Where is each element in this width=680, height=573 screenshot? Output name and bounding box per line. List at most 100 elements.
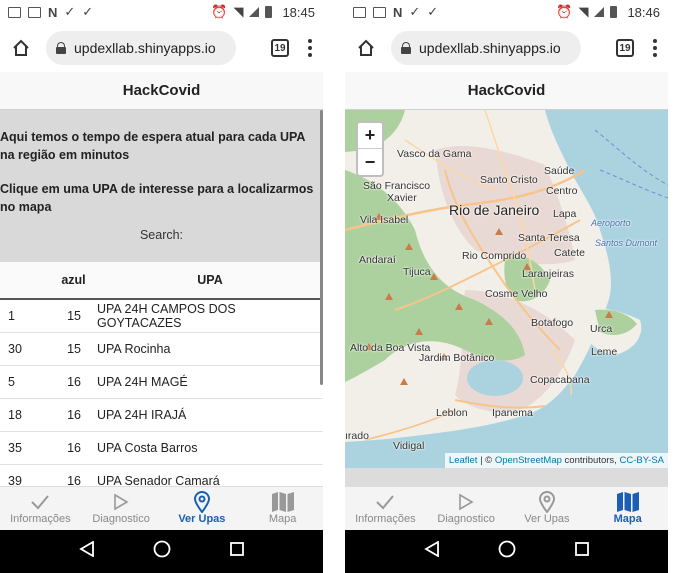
map-pin-icon <box>193 491 210 513</box>
cell-id: 1 <box>8 309 15 323</box>
cell-id: 18 <box>8 408 22 422</box>
map-label: Vasco da Gama <box>397 148 472 160</box>
tab-switcher-button[interactable]: 19 <box>616 39 634 57</box>
cell-azul: 15 <box>67 309 81 323</box>
phone-left-screen: N ✓ ✓ ⏰ ◥ 18:45 updexllab.shinyapps.io 1… <box>0 0 323 573</box>
nav-informacoes[interactable]: Informações <box>345 487 426 530</box>
map-label: Leme <box>591 346 618 358</box>
cell-azul: 16 <box>67 441 81 455</box>
play-icon <box>112 491 130 513</box>
home-circle-icon[interactable] <box>498 540 516 563</box>
scrollbar[interactable] <box>320 110 323 385</box>
nav-mapa[interactable]: Mapa <box>242 487 323 530</box>
map-label: Cosme Velho <box>485 288 548 300</box>
cell-azul: 15 <box>67 342 81 356</box>
check-icon: ✓ <box>409 4 421 19</box>
bottom-nav: Informações Diagnostico Ver Upas Mapa <box>345 486 668 530</box>
overflow-menu-icon[interactable] <box>652 39 658 57</box>
wifi-icon: ◥ <box>233 4 244 19</box>
map-icon <box>616 491 640 513</box>
battery-icon <box>610 6 618 18</box>
check-icon <box>30 491 50 513</box>
nav-label: Mapa <box>268 513 297 525</box>
check-icon: ✓ <box>64 4 76 19</box>
map-label: Xavier <box>387 192 417 204</box>
photo-icon <box>28 6 41 18</box>
search-label: Search: <box>139 228 184 242</box>
bottom-nav: Informações Diagnostico Ver Upas Mapa <box>0 486 323 530</box>
clock: 18:46 <box>627 4 660 20</box>
cell-upa: UPA Rocinha <box>97 342 171 356</box>
n-icon: N <box>393 4 403 20</box>
column-header-azul[interactable]: azul <box>40 273 97 287</box>
nav-ver-upas[interactable]: Ver Upas <box>507 487 588 530</box>
table-row[interactable]: 39 16 UPA Senador Camará <box>0 465 323 486</box>
map-label: Centro <box>546 185 578 197</box>
nav-label: Ver Upas <box>524 513 570 525</box>
url-bar[interactable]: updexllab.shinyapps.io <box>391 31 581 65</box>
nav-label: Informações <box>10 513 71 525</box>
osm-link[interactable]: OpenStreetMap <box>495 455 562 466</box>
play-icon <box>457 491 475 513</box>
overflow-menu-icon[interactable] <box>307 39 313 57</box>
home-icon[interactable] <box>10 37 32 59</box>
map-label: Lapa <box>553 208 577 220</box>
nav-diagnostico[interactable]: Diagnostico <box>426 487 507 530</box>
leaflet-link[interactable]: Leaflet <box>449 455 478 466</box>
back-icon[interactable] <box>79 540 95 562</box>
check-icon: ✓ <box>427 4 439 19</box>
alarm-icon: ⏰ <box>556 4 573 19</box>
zoom-out-button[interactable]: − <box>358 149 382 175</box>
back-icon[interactable] <box>424 540 440 562</box>
cell-azul: 16 <box>67 408 81 422</box>
nav-mapa[interactable]: Mapa <box>587 487 668 530</box>
battery-icon <box>265 6 273 18</box>
map-label: Ipanema <box>492 407 533 419</box>
map-attribution: Leaflet | © OpenStreetMap contributors, … <box>444 453 668 468</box>
zoom-in-button[interactable]: + <box>358 123 382 149</box>
map-label: ırado <box>345 430 369 442</box>
table-row[interactable]: 5 16 UPA 24H MAGÉ <box>0 366 323 399</box>
cell-upa: UPA 24H MAGÉ <box>97 375 188 389</box>
column-header-upa[interactable]: UPA <box>97 273 323 287</box>
cell-id: 39 <box>8 474 22 486</box>
nav-diagnostico[interactable]: Diagnostico <box>81 487 162 530</box>
page-title: HackCovid <box>0 72 323 110</box>
license-link[interactable]: CC-BY-SA <box>619 455 664 466</box>
map-label: Rio Comprido <box>462 250 527 262</box>
map-label: Vila Isabel <box>360 214 409 226</box>
map-label: Aeroporto <box>591 218 631 228</box>
upas-content: Aqui temos o tempo de espera atual para … <box>0 110 323 486</box>
map-pin-icon <box>538 491 555 513</box>
url-bar[interactable]: updexllab.shinyapps.io <box>46 31 236 65</box>
tab-switcher-button[interactable]: 19 <box>271 39 289 57</box>
cell-upa: UPA Costa Barros <box>97 441 198 455</box>
cell-id: 35 <box>8 441 22 455</box>
table-row[interactable]: 35 16 UPA Costa Barros <box>0 432 323 465</box>
browser-toolbar: updexllab.shinyapps.io 19 <box>0 26 323 70</box>
signal-icon <box>594 7 605 17</box>
table-row[interactable]: 1 15 UPA 24H CAMPOS DOS GOYTACAZES <box>0 300 323 333</box>
table-row[interactable]: 30 15 UPA Rocinha <box>0 333 323 366</box>
recents-icon[interactable] <box>574 542 589 561</box>
leaflet-map[interactable]: Vasco da Gama Santo Cristo Saúde São Fra… <box>345 110 668 468</box>
map-label: Vidigal <box>393 440 425 452</box>
map-label: Rio de Janeiro <box>449 202 540 218</box>
home-icon[interactable] <box>355 37 377 59</box>
map-label: Copacabana <box>530 374 590 386</box>
attribution-sep: | © <box>477 455 495 466</box>
nav-informacoes[interactable]: Informações <box>0 487 81 530</box>
nav-label: Informações <box>355 513 416 525</box>
map-footer-strip <box>345 468 668 486</box>
system-nav-bar <box>345 530 668 573</box>
home-circle-icon[interactable] <box>153 540 171 563</box>
status-bar: N ✓ ✓ ⏰ ◥ 18:45 <box>0 0 323 24</box>
nav-ver-upas[interactable]: Ver Upas <box>162 487 243 530</box>
recents-icon[interactable] <box>229 542 244 561</box>
url-text: updexllab.shinyapps.io <box>419 40 561 56</box>
lock-icon <box>401 42 411 54</box>
table-row[interactable]: 18 16 UPA 24H IRAJÁ <box>0 399 323 432</box>
cell-id: 5 <box>8 375 15 389</box>
map-label: Tijuca <box>403 266 431 278</box>
map-label: Santo Cristo <box>480 174 538 186</box>
